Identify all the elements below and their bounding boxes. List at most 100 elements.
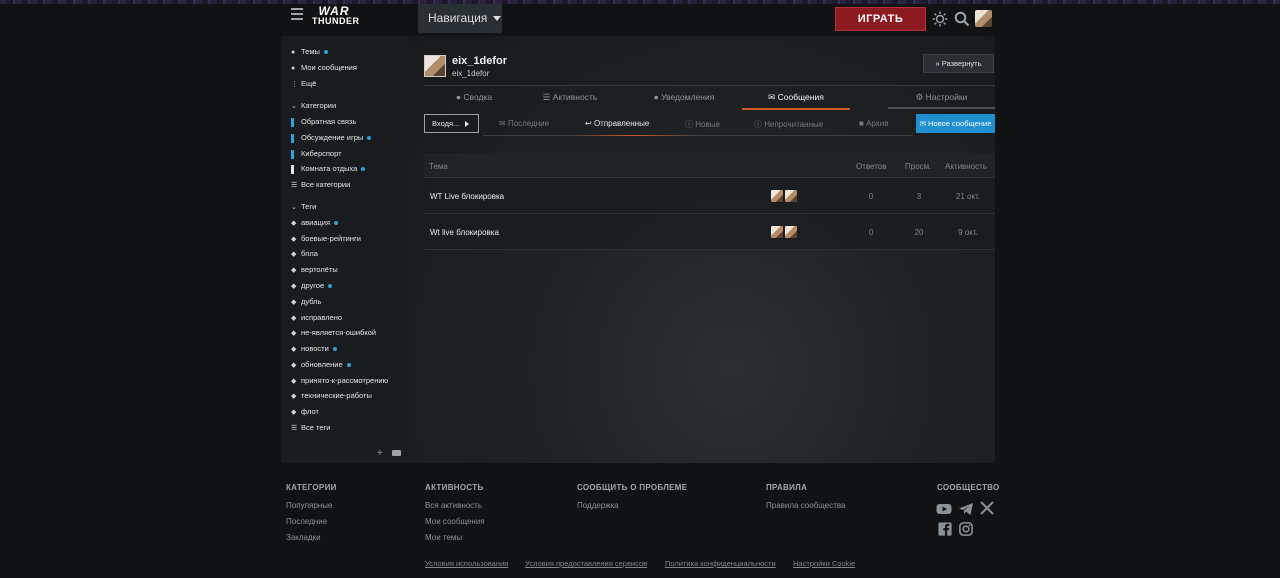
hamburger-menu-icon[interactable]: [291, 8, 303, 22]
sidebar-tag[interactable]: ◆ исправлено: [291, 311, 342, 325]
sidebar-tag[interactable]: ◆ авиация: [291, 216, 339, 230]
play-button[interactable]: ИГРАТЬ: [835, 7, 926, 31]
instagram-icon[interactable]: [958, 522, 974, 536]
sidebar-item-topics[interactable]: ● Темы: [291, 45, 328, 59]
subtab-archive[interactable]: ■ Архив: [859, 119, 889, 128]
sidebar-item-label: боевые-рейтинги: [301, 234, 361, 243]
participant-avatar[interactable]: [785, 190, 797, 202]
tab-summary[interactable]: ● Сводка: [424, 86, 524, 110]
footer-link[interactable]: Мои темы: [425, 533, 462, 542]
tab-label: Активность: [552, 92, 598, 102]
profile-display-name: eix_1defor: [452, 69, 490, 78]
footer-link[interactable]: Последние: [286, 517, 327, 526]
subtab-unread[interactable]: ⓘ Непрочитанные: [754, 119, 823, 130]
sidebar-item-more[interactable]: ⋮ Ещё: [291, 77, 316, 91]
subtab-new[interactable]: ⓘ Новые: [685, 119, 720, 130]
subtab-label: Новые: [695, 120, 720, 129]
profile-avatar[interactable]: [424, 55, 446, 77]
info-icon: ⓘ: [754, 120, 762, 129]
war-thunder-logo[interactable]: WAR THUNDER: [312, 5, 359, 28]
sidebar-item-lounge[interactable]: Комната отдыха: [291, 162, 366, 176]
footer-link[interactable]: Правила сообщества: [766, 501, 846, 510]
tab-notifications[interactable]: ● Уведомления: [634, 86, 734, 110]
subtab-sent[interactable]: ↩ Отправленные: [585, 119, 649, 128]
sidebar-item-label: флот: [301, 407, 319, 416]
new-dot: [328, 284, 333, 289]
tag-icon: ◆: [291, 236, 297, 243]
topic-title[interactable]: Wt live блокировка: [430, 228, 499, 237]
topic-title[interactable]: WT Live блокировка: [430, 192, 504, 201]
expand-button[interactable]: » Развернуть: [923, 54, 994, 73]
footer-link[interactable]: Популярные: [286, 501, 332, 510]
sun-icon[interactable]: [932, 11, 948, 27]
sidebar-tag[interactable]: ◆ дубль: [291, 295, 321, 309]
participant-avatar[interactable]: [771, 190, 783, 202]
new-message-button[interactable]: ✉ Новое сообщение: [916, 114, 995, 133]
tab-label: Настройки: [925, 92, 968, 102]
sidebar-item-label: не-является-ошибкой: [301, 328, 377, 337]
inbox-selector[interactable]: Входя...: [424, 114, 479, 133]
footer-bottom-link[interactable]: Настройки Cookie: [793, 559, 855, 568]
participant-avatar[interactable]: [771, 226, 783, 238]
table-row[interactable]: Wt live блокировка 0 20 9 окт.: [424, 214, 995, 250]
sidebar: ● Темы ● Мои сообщения ⋮ Ещё ⌄ Категории Обр…: [281, 36, 409, 463]
tag-icon: ◆: [291, 409, 297, 416]
sidebar-item-esports[interactable]: Киберспорт: [291, 147, 342, 161]
sidebar-item-feedback[interactable]: Обратная связь: [291, 115, 356, 129]
participant-avatar[interactable]: [785, 226, 797, 238]
tag-icon: ◆: [291, 220, 297, 227]
tab-activity[interactable]: ☰ Активность: [524, 86, 616, 110]
column-topic[interactable]: Тема: [429, 162, 448, 171]
table-row[interactable]: WT Live блокировка 0 3 21 окт.: [424, 178, 995, 214]
sidebar-item-game-discussion[interactable]: Обсуждение игры: [291, 131, 372, 145]
activity-date[interactable]: 9 окт.: [948, 228, 988, 237]
sidebar-item-my-posts[interactable]: ● Мои сообщения: [291, 61, 357, 75]
sidebar-tag[interactable]: ◆ флот: [291, 405, 319, 419]
navigation-dropdown[interactable]: Навигация: [418, 4, 502, 33]
sidebar-item-all-categories[interactable]: ☰ Все категории: [291, 178, 350, 192]
sidebar-section-categories[interactable]: ⌄ Категории: [291, 99, 336, 113]
plus-icon[interactable]: +: [377, 448, 383, 459]
footer-link[interactable]: Мои сообщения: [425, 517, 485, 526]
tag-icon: ◆: [291, 315, 297, 322]
replies-count: 0: [868, 228, 874, 237]
footer-link[interactable]: Поддержка: [577, 501, 619, 510]
footer-link[interactable]: Вся активность: [425, 501, 482, 510]
category-color-bar: [291, 133, 294, 143]
telegram-icon[interactable]: [958, 502, 974, 516]
sidebar-tag[interactable]: ◆ принято-к-рассмотрению: [291, 374, 388, 388]
column-activity[interactable]: Активность: [945, 162, 987, 171]
tag-icon: ◆: [291, 362, 297, 369]
section-title: Категории: [301, 101, 337, 110]
search-icon[interactable]: [954, 11, 970, 27]
footer-bottom-link[interactable]: Политика конфиденциальности: [665, 559, 776, 568]
sidebar-tag[interactable]: ◆ технические-работы: [291, 389, 372, 403]
footer-link[interactable]: Закладки: [286, 533, 321, 542]
column-replies[interactable]: Ответов: [856, 162, 887, 171]
keyboard-icon[interactable]: [391, 450, 401, 456]
facebook-icon[interactable]: [937, 522, 953, 536]
column-views[interactable]: Просм.: [905, 162, 931, 171]
category-color-bar: [291, 117, 294, 127]
sidebar-tag[interactable]: ◆ обновление: [291, 358, 351, 372]
tab-messages[interactable]: ✉ Сообщения: [742, 86, 850, 110]
sidebar-section-tags[interactable]: ⌄ Теги: [291, 200, 316, 214]
sidebar-item-label: другое: [301, 281, 325, 290]
user-avatar[interactable]: [975, 10, 992, 27]
bell-icon: ●: [653, 92, 659, 102]
new-dot: [361, 167, 366, 172]
sidebar-item-all-tags[interactable]: ☰ Все теги: [291, 421, 330, 435]
footer-bottom-link[interactable]: Условия использования: [425, 559, 508, 568]
x-icon[interactable]: [979, 501, 995, 515]
sidebar-tag[interactable]: ◆ боевые-рейтинги: [291, 232, 361, 246]
subtab-latest[interactable]: ✉ Последние: [499, 119, 549, 128]
sidebar-tag[interactable]: ◆ вертолёты: [291, 263, 338, 277]
sidebar-tag[interactable]: ◆ новости: [291, 342, 337, 356]
youtube-icon[interactable]: [936, 502, 952, 516]
sidebar-tag[interactable]: ◆ бпла: [291, 247, 318, 261]
activity-date[interactable]: 21 окт.: [948, 192, 988, 201]
sidebar-tag[interactable]: ◆ не-является-ошибкой: [291, 326, 376, 340]
more-vertical-icon: ⋮: [291, 81, 298, 88]
sidebar-tag[interactable]: ◆ другое: [291, 279, 333, 293]
footer-bottom-link[interactable]: Условия предоставления сервисов: [525, 559, 647, 568]
